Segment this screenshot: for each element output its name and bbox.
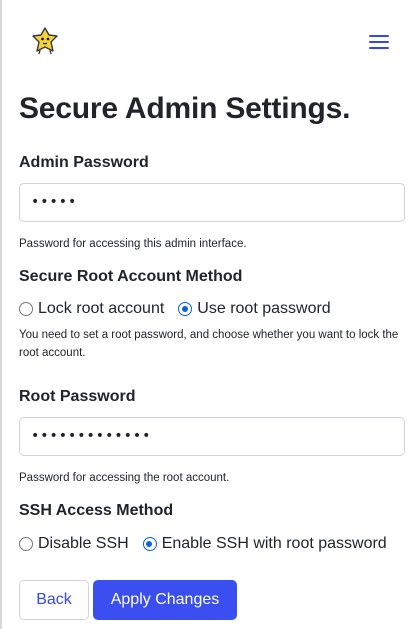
radio-label: Lock root account [38, 300, 165, 317]
ssh-method-radio-group: Disable SSH Enable SSH with root passwor… [19, 534, 401, 554]
radio-enable-ssh-root-password[interactable]: Enable SSH with root password [142, 535, 387, 553]
app-header [2, 0, 418, 80]
apply-changes-button[interactable]: Apply Changes [93, 580, 237, 620]
hamburger-menu-icon[interactable] [366, 32, 392, 52]
radio-button[interactable] [19, 302, 33, 316]
root-method-radio-group: Lock root account Use root password [19, 299, 345, 319]
back-button[interactable]: Back [19, 580, 89, 620]
radio-button-selected[interactable] [142, 537, 157, 551]
root-password-field[interactable]: ••••••••••••• [19, 417, 405, 456]
ssh-method-label: SSH Access Method [19, 502, 174, 519]
admin-password-field[interactable]: ••••• [19, 183, 405, 222]
root-password-help: Password for accessing the root account. [19, 472, 230, 484]
yellow-star-mascot-icon[interactable] [30, 26, 60, 56]
radio-label: Disable SSH [38, 535, 129, 552]
radio-label: Use root password [197, 300, 331, 317]
page-title: Secure Admin Settings. [19, 92, 351, 125]
root-method-help: You need to set a root password, and cho… [19, 329, 399, 359]
menu-bar [369, 35, 389, 37]
admin-password-label: Admin Password [19, 154, 149, 171]
menu-bar [369, 47, 389, 49]
menu-bar [369, 41, 389, 43]
radio-label: Enable SSH with root password [161, 535, 387, 552]
root-method-label: Secure Root Account Method [19, 268, 243, 285]
radio-lock-root-account[interactable]: Lock root account [19, 300, 164, 318]
radio-use-root-password[interactable]: Use root password [178, 300, 331, 318]
root-password-label: Root Password [19, 388, 136, 405]
radio-disable-ssh[interactable]: Disable SSH [19, 535, 129, 553]
admin-password-help: Password for accessing this admin interf… [19, 238, 247, 250]
radio-button[interactable] [19, 537, 33, 551]
page-frame: Secure Admin Settings. Admin Password ••… [0, 0, 418, 629]
radio-button-selected[interactable] [178, 302, 193, 316]
